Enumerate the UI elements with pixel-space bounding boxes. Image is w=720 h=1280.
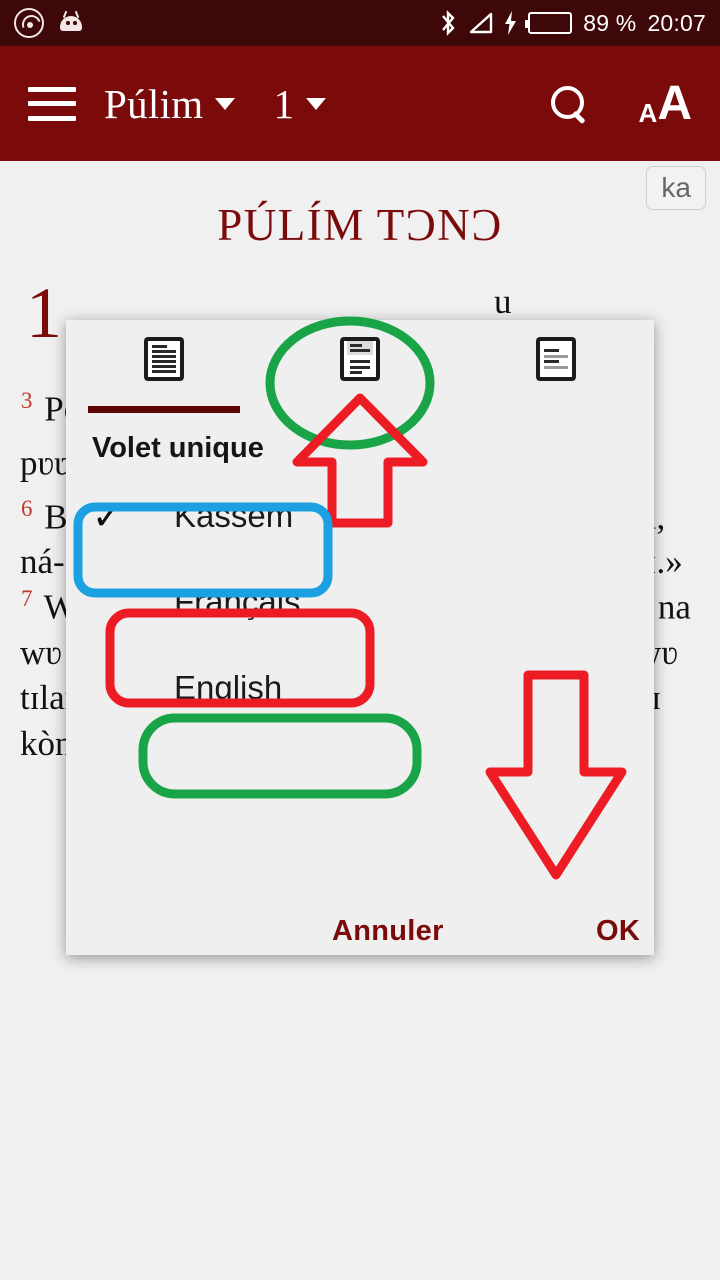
text-size-icon[interactable]: AA <box>639 79 692 127</box>
option-francais[interactable]: Français <box>66 559 654 645</box>
app-bar: Púlim 1 AA <box>0 46 720 161</box>
bluetooth-icon <box>440 10 456 36</box>
verse-number: 3 <box>21 387 33 413</box>
verse-number: 7 <box>21 586 33 612</box>
chapter-selector[interactable]: 1 <box>273 80 327 128</box>
tab-interleaved-pane[interactable] <box>458 320 654 398</box>
book-selector[interactable]: Púlim <box>104 80 236 128</box>
interleaved-pane-icon <box>536 337 576 381</box>
book-label: Púlim <box>104 80 204 127</box>
split-pane-icon <box>340 337 380 381</box>
drop-cap: 1 <box>26 273 62 353</box>
language-option-list: ✓ Kassem Français English <box>66 473 654 731</box>
android-head-icon <box>58 10 84 35</box>
status-bar-right-icons: 89 % 20:07 <box>440 10 706 37</box>
chevron-down-icon <box>215 97 236 110</box>
active-tab-indicator <box>88 406 240 413</box>
option-kassem[interactable]: ✓ Kassem <box>66 473 654 559</box>
battery-icon <box>525 12 573 34</box>
hamburger-icon[interactable] <box>28 86 76 121</box>
tab-split-pane[interactable] <box>262 320 458 398</box>
option-label: English <box>174 669 283 706</box>
verse-block-1: 1 u <box>20 277 700 349</box>
single-pane-icon <box>144 337 184 381</box>
status-bar-left-icons <box>14 8 84 38</box>
app-swirl-icon <box>14 8 44 38</box>
page-title: PÚLÍM TƆNƆ <box>217 200 503 250</box>
cancel-button[interactable]: Annuler <box>332 915 444 948</box>
tab-single-pane[interactable] <box>66 320 262 398</box>
verse-number: 6 <box>21 495 33 521</box>
pane-layout-dialog: Volet unique ✓ Kassem Français English A… <box>66 320 654 955</box>
charging-bolt-icon <box>504 11 517 35</box>
dialog-title: Volet unique <box>92 432 264 464</box>
clock: 20:07 <box>647 9 706 36</box>
signal-icon <box>467 12 493 34</box>
chapter-label: 1 <box>273 80 295 127</box>
status-bar: 89 % 20:07 <box>0 0 720 46</box>
search-icon[interactable] <box>549 85 587 123</box>
verse-1-text: u <box>74 282 512 321</box>
option-label: Français <box>174 583 301 620</box>
dialog-tab-bar <box>66 320 654 413</box>
app-bar-actions: AA <box>549 79 692 128</box>
option-label: Kassem <box>174 497 294 534</box>
chevron-down-icon <box>306 97 327 110</box>
ok-button[interactable]: OK <box>596 915 640 948</box>
check-icon: ✓ <box>92 495 124 537</box>
language-badge[interactable]: ka <box>646 166 706 210</box>
battery-percent: 89 % <box>583 9 637 36</box>
option-english[interactable]: English <box>66 645 654 731</box>
